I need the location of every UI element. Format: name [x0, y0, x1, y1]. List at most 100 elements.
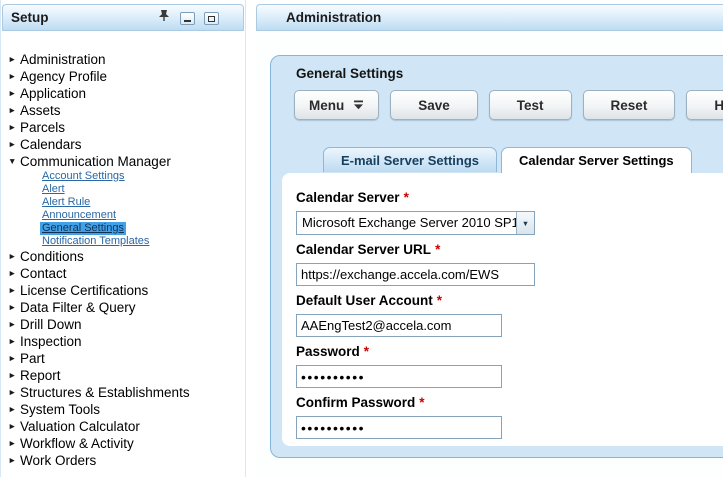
field-label-text: Calendar Server URL	[296, 242, 431, 257]
tree-item-administration[interactable]: ►Administration	[1, 51, 245, 68]
collapsed-arrow-icon[interactable]: ►	[8, 120, 20, 135]
field-label-text: Calendar Server	[296, 190, 400, 205]
collapsed-arrow-icon[interactable]: ►	[8, 317, 20, 332]
field-label: Confirm Password*	[296, 395, 723, 410]
tree-item-label: Data Filter & Query	[20, 300, 136, 315]
tree-item-label: Valuation Calculator	[20, 419, 140, 434]
pin-icon[interactable]	[157, 9, 171, 27]
tree-item-assets[interactable]: ►Assets	[1, 102, 245, 119]
minimize-icon[interactable]	[180, 12, 195, 25]
calendar-server-select[interactable]: Microsoft Exchange Server 2010 SP1▼	[296, 211, 535, 235]
tree-item-application[interactable]: ►Application	[1, 85, 245, 102]
password-input[interactable]	[296, 365, 502, 388]
required-marker: *	[437, 293, 442, 308]
setup-tree: ►Administration►Agency Profile►Applicati…	[1, 31, 245, 469]
tree-item-license-certifications[interactable]: ►License Certifications	[1, 282, 245, 299]
form-field-calendar-server-url: Calendar Server URL *	[296, 242, 723, 286]
field-label: Password*	[296, 344, 723, 359]
calendar-settings-form: Calendar Server*Microsoft Exchange Serve…	[282, 173, 723, 439]
tree-item-drill-down[interactable]: ►Drill Down	[1, 316, 245, 333]
reset-button[interactable]: Reset	[583, 90, 676, 120]
collapsed-arrow-icon[interactable]: ►	[8, 266, 20, 281]
setup-panel-title: Setup	[11, 10, 49, 25]
dropdown-arrow-icon: ▼	[516, 212, 534, 234]
form-field-default-user-account: Default User Account *	[296, 293, 723, 337]
tree-subitem-notification-templates[interactable]: Notification Templates	[40, 235, 151, 248]
collapsed-arrow-icon[interactable]: ►	[8, 283, 20, 298]
collapsed-arrow-icon[interactable]: ►	[8, 436, 20, 451]
tree-item-label: Workflow & Activity	[20, 436, 134, 451]
tree-subitem-alert-rule[interactable]: Alert Rule	[40, 196, 92, 209]
tree-item-data-filter-query[interactable]: ►Data Filter & Query	[1, 299, 245, 316]
tree-item-part[interactable]: ►Part	[1, 350, 245, 367]
collapsed-arrow-icon[interactable]: ►	[8, 419, 20, 434]
tree-item-label: Parcels	[20, 120, 65, 135]
form-field-calendar-server: Calendar Server* Microsoft Exchange Serve…	[296, 190, 723, 235]
tree-item-label: Inspection	[20, 334, 82, 349]
setup-window-controls	[157, 9, 219, 27]
collapsed-arrow-icon[interactable]: ►	[8, 453, 20, 468]
collapsed-arrow-icon[interactable]: ►	[8, 103, 20, 118]
tree-item-work-orders[interactable]: ►Work Orders	[1, 452, 245, 469]
calendar-server-url-input[interactable]	[296, 263, 535, 286]
collapsed-arrow-icon[interactable]: ►	[8, 249, 20, 264]
confirm-password-input[interactable]	[296, 416, 502, 439]
tab-e-mail-server-settings[interactable]: E-mail Server Settings	[323, 147, 497, 172]
collapsed-arrow-icon[interactable]: ►	[8, 385, 20, 400]
field-label: Calendar Server URL *	[296, 242, 723, 257]
toolbar: Menu Save Test Reset Help	[294, 90, 723, 120]
tree-subitem-account-settings[interactable]: Account Settings	[40, 170, 127, 183]
collapsed-arrow-icon[interactable]: ►	[8, 300, 20, 315]
administration-body: General Settings Menu Save Test Reset Help E…	[256, 34, 723, 477]
tree-item-contact[interactable]: ►Contact	[1, 265, 245, 282]
tree-item-label: Report	[20, 368, 61, 383]
tree-subitem-announcement[interactable]: Announcement	[40, 209, 118, 222]
required-marker: *	[364, 344, 369, 359]
tree-item-agency-profile[interactable]: ►Agency Profile	[1, 68, 245, 85]
section-title: General Settings	[296, 66, 723, 82]
tab-content: Calendar Server*Microsoft Exchange Serve…	[282, 173, 723, 446]
collapsed-arrow-icon[interactable]: ►	[8, 334, 20, 349]
required-marker: *	[435, 242, 440, 257]
test-button[interactable]: Test	[489, 90, 572, 120]
save-button[interactable]: Save	[390, 90, 478, 120]
required-marker: *	[419, 395, 424, 410]
tree-item-label: Part	[20, 351, 45, 366]
collapsed-arrow-icon[interactable]: ►	[8, 368, 20, 383]
collapsed-arrow-icon[interactable]: ►	[8, 137, 20, 152]
tree-item-calendars[interactable]: ►Calendars	[1, 136, 245, 153]
help-button[interactable]: Help	[686, 90, 723, 120]
tab-calendar-server-settings[interactable]: Calendar Server Settings	[501, 147, 692, 173]
tree-item-structures-establishments[interactable]: ►Structures & Establishments	[1, 384, 245, 401]
collapsed-arrow-icon[interactable]: ►	[8, 402, 20, 417]
tree-item-valuation-calculator[interactable]: ►Valuation Calculator	[1, 418, 245, 435]
menu-button[interactable]: Menu	[294, 90, 379, 120]
tree-item-label: Assets	[20, 103, 61, 118]
tree-item-report[interactable]: ►Report	[1, 367, 245, 384]
tree-subitem-alert[interactable]: Alert	[40, 183, 67, 196]
tree-item-workflow-activity[interactable]: ►Workflow & Activity	[1, 435, 245, 452]
maximize-icon[interactable]	[204, 12, 219, 25]
tree-item-label: License Certifications	[20, 283, 148, 298]
tree-item-label: Contact	[20, 266, 67, 281]
tree-item-label: Conditions	[20, 249, 84, 264]
tree-item-label: Application	[20, 86, 86, 101]
tree-item-parcels[interactable]: ►Parcels	[1, 119, 245, 136]
field-label-text: Default User Account	[296, 293, 433, 308]
tree-item-inspection[interactable]: ►Inspection	[1, 333, 245, 350]
tree-subitem-general-settings[interactable]: General Settings	[40, 222, 126, 235]
collapsed-arrow-icon[interactable]: ►	[8, 86, 20, 101]
default-user-account-input[interactable]	[296, 314, 502, 337]
menu-button-label: Menu	[309, 98, 344, 113]
tree-item-communication-manager[interactable]: ▼Communication Manager	[1, 153, 245, 170]
administration-header: Administration	[256, 4, 723, 31]
expanded-arrow-icon[interactable]: ▼	[8, 154, 20, 169]
field-label: Calendar Server*	[296, 190, 723, 205]
collapsed-arrow-icon[interactable]: ►	[8, 69, 20, 84]
select-value: Microsoft Exchange Server 2010 SP1	[297, 212, 516, 234]
collapsed-arrow-icon[interactable]: ►	[8, 52, 20, 67]
collapsed-arrow-icon[interactable]: ►	[8, 351, 20, 366]
tree-item-conditions[interactable]: ►Conditions	[1, 248, 245, 265]
form-field-confirm-password: Confirm Password*	[296, 395, 723, 439]
tree-item-system-tools[interactable]: ►System Tools	[1, 401, 245, 418]
